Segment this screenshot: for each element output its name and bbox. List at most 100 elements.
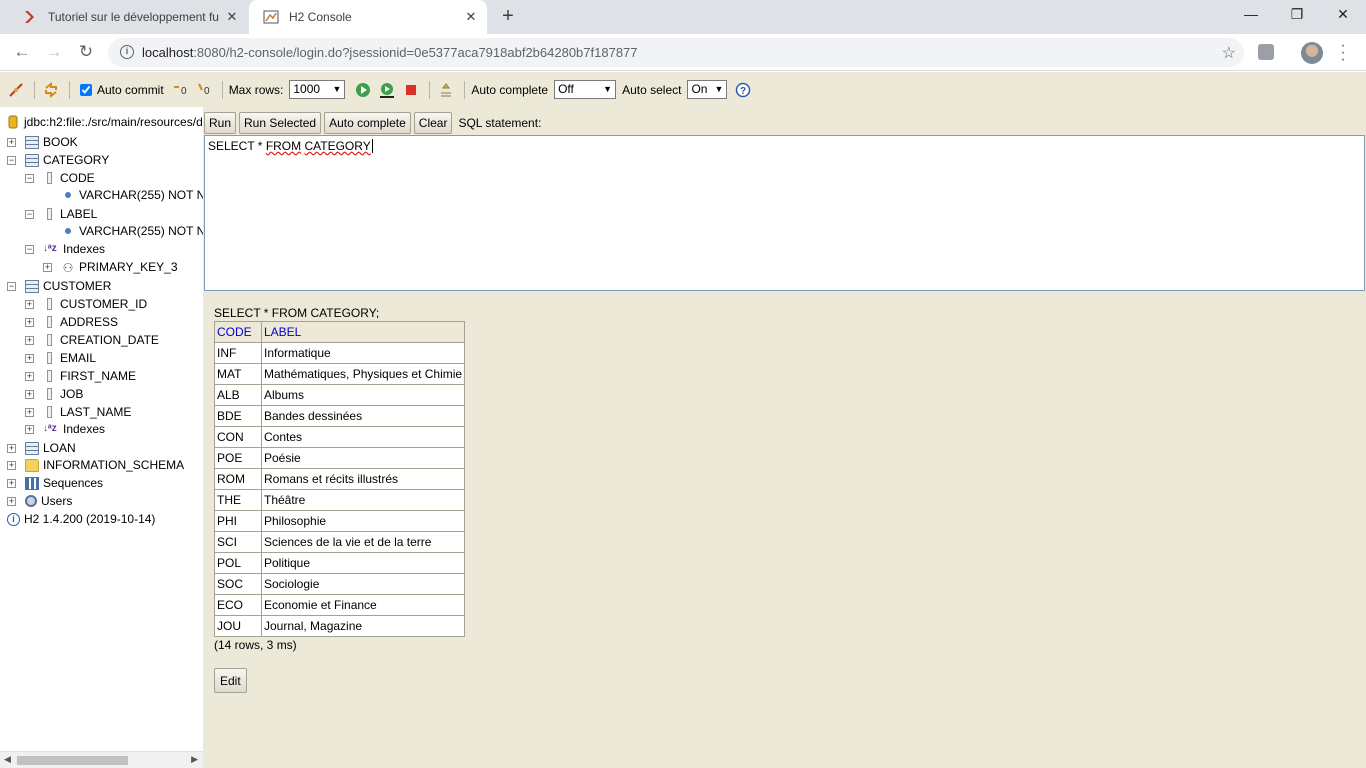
collapse-icon[interactable]: − — [25, 209, 34, 219]
query-panel: Run Run Selected Auto complete Clear SQL… — [203, 107, 1366, 295]
column-header-label[interactable]: LABEL — [260, 321, 466, 343]
column-header-code[interactable]: CODE — [214, 321, 262, 343]
expand-icon[interactable]: + — [25, 353, 34, 363]
cell-code: SCI — [214, 531, 262, 553]
tree-node[interactable]: i H2 1.4.200 (2019-10-14) — [7, 510, 155, 528]
auto-commit-check[interactable] — [80, 83, 92, 96]
tree-node[interactable]: + LAST_NAME — [25, 403, 131, 421]
executed-query: SELECT * FROM CATEGORY; — [214, 306, 380, 320]
cell-label: Poésie — [260, 447, 466, 469]
tree-node[interactable]: VARCHAR(255) NOT NULL — [43, 186, 203, 204]
browser-menu-icon[interactable]: · · · — [1340, 38, 1346, 68]
browser-tab-tutorial[interactable]: Tutoriel sur le développement fu ✕ — [8, 0, 248, 34]
clear-button[interactable]: Clear — [413, 112, 453, 134]
tree-node[interactable]: + ADDRESS — [25, 313, 118, 331]
new-tab-icon[interactable]: + — [497, 6, 519, 28]
auto-commit-checkbox[interactable]: Auto commit — [80, 83, 164, 97]
scroll-left-icon[interactable]: ◀ — [4, 754, 11, 765]
expand-icon[interactable]: + — [7, 460, 16, 470]
tree-node[interactable]: + ⚇ PRIMARY_KEY_3 — [43, 258, 178, 276]
tree-node[interactable]: + JOB — [25, 385, 83, 403]
collapse-icon[interactable]: − — [25, 244, 34, 254]
scroll-right-icon[interactable]: ▶ — [191, 754, 198, 765]
restore-window-icon[interactable]: ❐ — [1274, 0, 1320, 30]
extension-icon[interactable] — [1258, 44, 1274, 60]
expand-icon[interactable]: + — [25, 389, 34, 399]
tree-node[interactable]: VARCHAR(255) NOT NULL — [43, 222, 203, 240]
auto-select-label: Auto select — [622, 82, 682, 97]
site-info-icon[interactable]: i — [120, 45, 134, 59]
auto-complete-button[interactable]: Auto complete — [324, 112, 411, 134]
connection-node[interactable]: jdbc:h2:file:./src/main/resources/db — [8, 115, 203, 129]
tree-node[interactable]: − ↓ᵃz Indexes — [25, 240, 105, 258]
cell-label: Informatique — [260, 342, 466, 364]
tree-node[interactable]: − CUSTOMER — [7, 277, 111, 295]
expand-icon[interactable]: + — [25, 407, 34, 417]
minimize-window-icon[interactable]: — — [1228, 0, 1274, 30]
tree-node[interactable]: + INFORMATION_SCHEMA — [7, 456, 184, 474]
expand-icon[interactable]: + — [25, 371, 34, 381]
collapse-icon[interactable]: − — [7, 155, 16, 165]
tab-title: Tutoriel sur le développement fu — [48, 10, 219, 24]
tree-node[interactable]: + LOAN — [7, 439, 76, 457]
tree-node[interactable]: − CATEGORY — [7, 151, 109, 169]
tree-node[interactable]: + Users — [7, 492, 72, 510]
back-arrow-icon[interactable]: ← — [10, 40, 34, 64]
text-cursor — [371, 139, 373, 153]
history-icon[interactable] — [438, 82, 454, 98]
address-bar[interactable]: i localhost:8080/h2-console/login.do?jse… — [108, 38, 1244, 67]
tree-node[interactable]: + FIRST_NAME — [25, 367, 136, 385]
scrollbar-thumb[interactable] — [17, 756, 128, 765]
edit-button[interactable]: Edit — [214, 668, 247, 693]
run-selected-button[interactable]: Run Selected — [239, 112, 322, 134]
expand-icon[interactable]: + — [25, 335, 34, 345]
collapse-icon[interactable]: − — [7, 281, 16, 291]
expand-icon[interactable]: + — [7, 478, 16, 488]
close-window-icon[interactable]: ✕ — [1320, 0, 1366, 30]
tree-node[interactable]: + BOOK — [7, 133, 78, 151]
auto-complete-select[interactable]: Off ▼ — [554, 80, 617, 99]
tree-node[interactable]: − CODE — [25, 169, 95, 187]
table-icon — [25, 279, 39, 293]
forward-arrow-icon[interactable]: → — [42, 40, 66, 64]
close-tab-icon[interactable]: ✕ — [463, 9, 479, 25]
tree-node[interactable]: + ↓ᵃz Indexes — [25, 420, 105, 438]
index-icon: ↓ᵃz — [43, 422, 57, 434]
disconnect-icon[interactable] — [8, 82, 24, 98]
close-tab-icon[interactable]: ✕ — [224, 9, 240, 25]
expand-icon[interactable]: + — [7, 443, 16, 453]
refresh-icon[interactable] — [43, 81, 59, 98]
tree-horizontal-scrollbar[interactable]: ◀ ▶ — [0, 751, 203, 768]
tree-node[interactable]: + Sequences — [7, 474, 103, 492]
auto-select-select[interactable]: On ▼ — [687, 80, 728, 99]
cell-code: INF — [214, 342, 262, 364]
expand-icon[interactable]: + — [25, 299, 34, 309]
tree-node[interactable]: + CREATION_DATE — [25, 331, 159, 349]
rollback-icon[interactable]: 0 — [172, 82, 188, 98]
commit-icon[interactable]: 0 — [196, 82, 212, 98]
collapse-icon[interactable]: − — [25, 173, 34, 183]
reload-icon[interactable]: ↻ — [74, 40, 98, 64]
expand-icon[interactable]: + — [43, 262, 52, 272]
bookmark-star-icon[interactable]: ☆ — [1222, 43, 1236, 63]
tree-node[interactable]: + CUSTOMER_ID — [25, 295, 147, 313]
run-selected-icon[interactable] — [379, 82, 395, 98]
expand-icon[interactable]: + — [25, 317, 34, 327]
cell-code: BDE — [214, 405, 262, 427]
expand-icon[interactable]: + — [25, 424, 34, 434]
cancel-query-icon[interactable] — [403, 82, 419, 98]
expand-icon[interactable]: + — [7, 496, 16, 506]
url-text[interactable]: localhost:8080/h2-console/login.do?jsess… — [142, 45, 638, 60]
profile-avatar[interactable] — [1301, 42, 1323, 64]
run-button[interactable]: Run — [204, 112, 237, 134]
tree-node[interactable]: − LABEL — [25, 205, 97, 223]
expand-icon[interactable]: + — [7, 137, 16, 147]
h2-toolbar: Auto commit 0 0 Max rows: 1000 ▼ Auto com… — [0, 72, 1366, 107]
tree-node[interactable]: + EMAIL — [25, 349, 96, 367]
index-icon: ↓ᵃz — [43, 242, 57, 254]
max-rows-select[interactable]: 1000 ▼ — [289, 80, 346, 99]
run-icon[interactable] — [355, 82, 371, 98]
browser-tab-h2-console[interactable]: H2 Console ✕ — [249, 0, 487, 34]
sql-editor[interactable]: SELECT * FROM CATEGORY — [204, 135, 1365, 291]
help-icon[interactable]: ? — [735, 82, 751, 98]
